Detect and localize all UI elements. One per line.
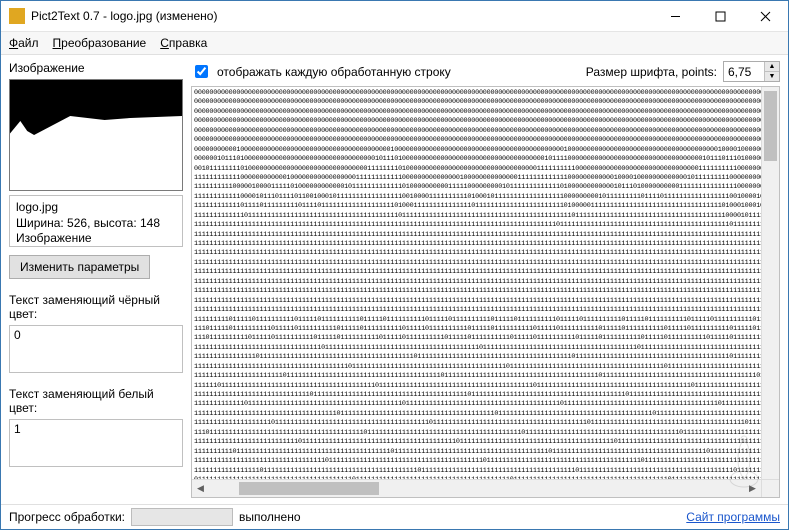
fontsize-spinner[interactable]: ▲ ▼ [723,61,780,82]
change-params-button[interactable]: Изменить параметры [9,255,150,279]
image-status: Изображение преобразовано [16,231,176,247]
fontsize-input[interactable] [724,63,764,81]
close-button[interactable] [743,1,788,31]
progress-label: Прогресс обработки: [9,510,125,524]
ascii-textarea[interactable]: 0000000000000000000000000000000000000000… [192,87,761,479]
vscroll-thumb[interactable] [764,91,777,161]
hscroll-right-icon[interactable]: ▶ [744,480,761,497]
ascii-output: 0000000000000000000000000000000000000000… [191,86,780,498]
maximize-button[interactable] [698,1,743,31]
statusbar: Прогресс обработки: выполнено Сайт прогр… [1,504,788,529]
window-title: Pict2Text 0.7 - logo.jpg (изменено) [31,9,653,23]
app-window: Pict2Text 0.7 - logo.jpg (изменено) Файл… [0,0,789,530]
hscroll-thumb[interactable] [239,482,379,495]
image-filename: logo.jpg [16,200,176,216]
window-buttons [653,1,788,31]
menu-file[interactable]: Файл [9,36,39,50]
minimize-button[interactable] [653,1,698,31]
left-panel: Изображение logo.jpg Ширина: 526, высота… [1,55,191,504]
menu-help[interactable]: Справка [160,36,207,50]
white-text-input[interactable]: 1 [9,419,183,467]
fontsize-up-icon[interactable]: ▲ [765,62,779,72]
top-controls: отображать каждую обработанную строку Ра… [191,61,780,82]
image-dimensions: Ширина: 526, высота: 148 [16,216,176,232]
black-text-input[interactable]: 0 [9,325,183,373]
app-icon [9,8,25,24]
menubar: Файл Преобразование Справка [1,32,788,55]
ascii-content: 0000000000000000000000000000000000000000… [192,87,761,479]
titlebar: Pict2Text 0.7 - logo.jpg (изменено) [1,1,788,32]
show-each-line-label: отображать каждую обработанную строку [217,65,451,79]
fontsize-down-icon[interactable]: ▼ [765,72,779,81]
hscroll-left-icon[interactable]: ◀ [192,480,209,497]
content: Изображение logo.jpg Ширина: 526, высота… [1,55,788,504]
white-text-label: Текст заменяющий белый цвет: [9,387,183,415]
right-panel: отображать каждую обработанную строку Ра… [191,55,788,504]
progress-done: выполнено [239,510,301,524]
show-each-line-checkbox[interactable] [195,65,208,78]
black-text-label: Текст заменяющий чёрный цвет: [9,293,183,321]
vertical-scrollbar[interactable] [761,87,779,479]
progress-bar [131,508,233,526]
image-label: Изображение [9,61,183,75]
site-link[interactable]: Сайт программы [686,510,780,524]
image-preview [9,79,183,191]
menu-transform[interactable]: Преобразование [53,36,147,50]
horizontal-scrollbar[interactable]: ◀ ▶ [192,479,779,497]
fontsize-label: Размер шрифта, points: [586,65,717,79]
image-info-box: logo.jpg Ширина: 526, высота: 148 Изобра… [9,195,183,247]
